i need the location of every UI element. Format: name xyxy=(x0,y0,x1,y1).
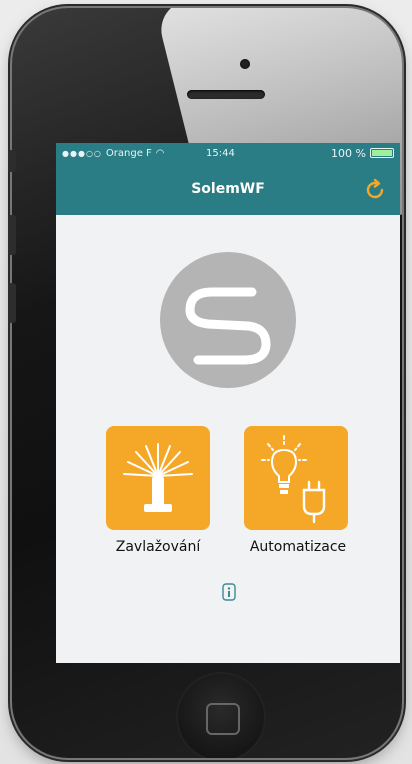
mute-switch xyxy=(8,283,16,323)
page-title: SolemWF xyxy=(191,181,265,197)
speaker-grille xyxy=(187,90,265,99)
status-bar: ●●●○○ Orange F ◠ 15:44 100 % xyxy=(56,143,400,163)
info-icon[interactable] xyxy=(222,583,236,601)
status-time: 15:44 xyxy=(206,147,235,159)
camera-icon xyxy=(240,59,250,69)
automation-tile[interactable] xyxy=(244,426,348,530)
refresh-icon[interactable] xyxy=(362,177,388,203)
irrigation-label: Zavlažování xyxy=(115,539,201,555)
carrier-label: Orange F xyxy=(105,147,152,159)
battery-icon xyxy=(370,148,394,158)
home-square-icon xyxy=(206,703,240,735)
nav-bar: SolemWF xyxy=(56,163,400,215)
irrigation-tile[interactable] xyxy=(106,426,210,530)
phone-device: ●●●○○ Orange F ◠ 15:44 100 % SolemWF Zav… xyxy=(12,8,402,758)
volume-up-button xyxy=(8,150,16,172)
solem-logo xyxy=(160,252,296,388)
photo-stage: ●●●○○ Orange F ◠ 15:44 100 % SolemWF Zav… xyxy=(0,0,412,764)
main-content: Zavlažování Automatizace xyxy=(56,215,400,663)
sprinkler-icon xyxy=(123,443,193,512)
automation-label: Automatizace xyxy=(249,539,347,555)
wifi-icon: ◠ xyxy=(155,147,165,159)
status-left: ●●●○○ Orange F ◠ xyxy=(62,148,165,159)
home-button[interactable] xyxy=(178,674,264,758)
status-right: 100 % xyxy=(331,147,394,160)
app-screen: ●●●○○ Orange F ◠ 15:44 100 % SolemWF Zav… xyxy=(56,143,400,663)
volume-down-button xyxy=(8,215,16,255)
battery-label: 100 % xyxy=(331,146,366,160)
signal-icon: ●●●○○ xyxy=(62,148,102,158)
bulb-plug-icon xyxy=(261,435,326,524)
